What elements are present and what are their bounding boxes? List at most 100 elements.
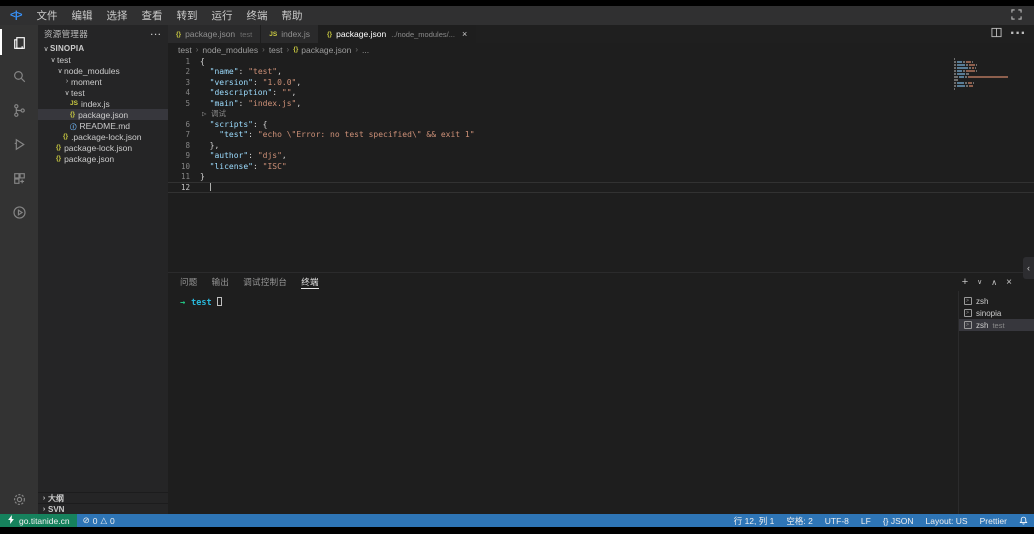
menu-item-终端[interactable]: 终端 [239,6,274,25]
remote-indicator[interactable]: go.titanide.cn [0,514,77,527]
terminal-instance-sinopia[interactable]: >sinopia [959,307,1034,319]
codelens-debug[interactable]: ▷ 调试 [168,109,1034,120]
code-token: "ISC" [263,162,287,171]
line-number: 5 [168,99,190,108]
problems-status[interactable]: ⊘ 0 △ 0 [77,514,121,527]
tab-package.json[interactable]: {}package.jsontest [168,25,261,43]
maximize-panel-icon[interactable]: ∧ [991,278,997,287]
breadcrumb-item-node_modules[interactable]: node_modules [202,45,258,55]
menu-item-选择[interactable]: 选择 [99,6,134,25]
code-text: "test": "echo \"Error: no test specified… [190,130,475,139]
tree-item-package-lock.json[interactable]: {}package-lock.json [38,142,168,153]
terminal-dropdown-icon[interactable]: ∨ [977,278,982,286]
breadcrumb-item-test[interactable]: test [269,45,283,55]
code-token [200,78,210,87]
menu-item-编辑[interactable]: 编辑 [64,6,99,25]
sidebar-more-icon[interactable]: ··· [151,29,163,39]
code-token [200,88,210,97]
code-token: , [277,67,282,76]
panel-tab-终端[interactable]: 终端 [301,273,319,291]
code-line-4: 4 "description": "", [168,88,1034,99]
search-icon[interactable] [0,59,38,93]
code-token: , [296,99,301,108]
minimap-token [957,85,965,87]
menu-item-查看[interactable]: 查看 [134,6,169,25]
code-text: } [190,172,205,181]
panel-tab-调试控制台[interactable]: 调试控制台 [243,273,287,291]
run-debug-icon[interactable] [0,127,38,161]
terminal-output[interactable]: →test [168,291,958,514]
extensions-icon[interactable] [0,161,38,195]
code-text: "version": "1.0.0", [190,78,301,87]
panel-tab-输出[interactable]: 输出 [212,273,230,291]
tab-index.js[interactable]: JSindex.js [261,25,319,43]
notifications-bell-icon[interactable] [1013,514,1034,527]
code-token: "1.0.0" [263,78,297,87]
breadcrumb-item-package.json[interactable]: {}package.json [293,45,351,55]
minimap[interactable] [954,58,1016,94]
line-number: 2 [168,67,190,76]
sidebar-section-大纲[interactable]: ›大纲 [38,492,168,503]
status-item-UTF-8[interactable]: UTF-8 [819,514,855,527]
minimap-token [976,64,977,66]
tree-item-moment[interactable]: ›moment [38,76,168,87]
status-item-Layout: US[interactable]: Layout: US [920,514,974,527]
breadcrumb: test›node_modules›test›{}package.json›..… [168,43,1034,56]
status-item-Prettier[interactable]: Prettier [974,514,1013,527]
editor-group: {}package.jsontestJSindex.js{}package.js… [168,25,1034,514]
explorer-icon[interactable] [0,25,38,59]
status-item-{} JSON[interactable]: {} JSON [877,514,920,527]
terminal-instance-zsh[interactable]: >zshtest [959,319,1034,331]
settings-gear-icon[interactable] [0,484,38,514]
terminal-list: >zsh>sinopia>zshtest [958,291,1034,514]
breadcrumb-item-test[interactable]: test [178,45,192,55]
line-number: 10 [168,162,190,171]
warnings-count: 0 [110,516,115,526]
terminal-instance-zsh[interactable]: >zsh [959,295,1034,307]
tab-package.json[interactable]: {}package.json../node_modules/...× [319,25,476,43]
errors-count: 0 [93,516,98,526]
sidebar-section-SVN[interactable]: ›SVN [38,503,168,514]
close-tab-icon[interactable]: × [462,29,467,39]
code-token [200,162,210,171]
terminal-name: sinopia [976,309,1001,318]
tree-item-README.md[interactable]: ⓘREADME.md [38,120,168,131]
tree-item-index.js[interactable]: JSindex.js [38,98,168,109]
code-token [200,120,210,129]
status-item-空格: 2[interactable]: 空格: 2 [780,514,818,527]
tree-item-package.json[interactable]: {}package.json [38,153,168,164]
menu-item-文件[interactable]: 文件 [29,6,64,25]
breadcrumb-item-...[interactable]: ... [362,45,369,55]
chevron-right-icon: › [40,495,48,502]
editor-more-icon[interactable]: ··· [1010,25,1026,43]
tree-item-SINOPIA[interactable]: ∨SINOPIA [38,43,168,54]
status-item-行 12, 列 1[interactable]: 行 12, 列 1 [728,514,781,527]
tree-item-test[interactable]: ∨test [38,54,168,65]
play-circle-icon[interactable] [0,195,38,229]
code-editor[interactable]: 1{2 "name": "test",3 "version": "1.0.0",… [168,56,1034,272]
menu-item-帮助[interactable]: 帮助 [274,6,309,25]
tree-item-.package-lock.json[interactable]: {}.package-lock.json [38,131,168,142]
status-item-LF[interactable]: LF [855,514,877,527]
code-token: "scripts" [210,120,253,129]
tree-item-test[interactable]: ∨test [38,87,168,98]
menu-item-转到[interactable]: 转到 [169,6,204,25]
code-line-12: 12 [168,182,1034,193]
code-token: : [253,162,263,171]
minimap-token [954,67,956,69]
tree-item-package.json[interactable]: {}package.json [38,109,168,120]
collapse-panel-icon[interactable]: ‹ [1023,257,1034,279]
breadcrumb-separator-icon: › [196,45,199,54]
chevron-down-icon: ∨ [49,56,57,64]
panel-tab-问题[interactable]: 问题 [180,273,198,291]
tree-item-node_modules[interactable]: ∨node_modules [38,65,168,76]
menu-item-运行[interactable]: 运行 [204,6,239,25]
expand-icon[interactable] [999,9,1034,23]
code-token [200,67,210,76]
sidebar-section-label: SVN [48,505,64,514]
split-editor-icon[interactable] [991,25,1002,43]
new-terminal-icon[interactable]: + [962,276,968,288]
close-panel-icon[interactable]: × [1006,277,1012,288]
source-control-icon[interactable] [0,93,38,127]
menu-bar: 文件编辑选择查看转到运行终端帮助 [29,6,309,25]
